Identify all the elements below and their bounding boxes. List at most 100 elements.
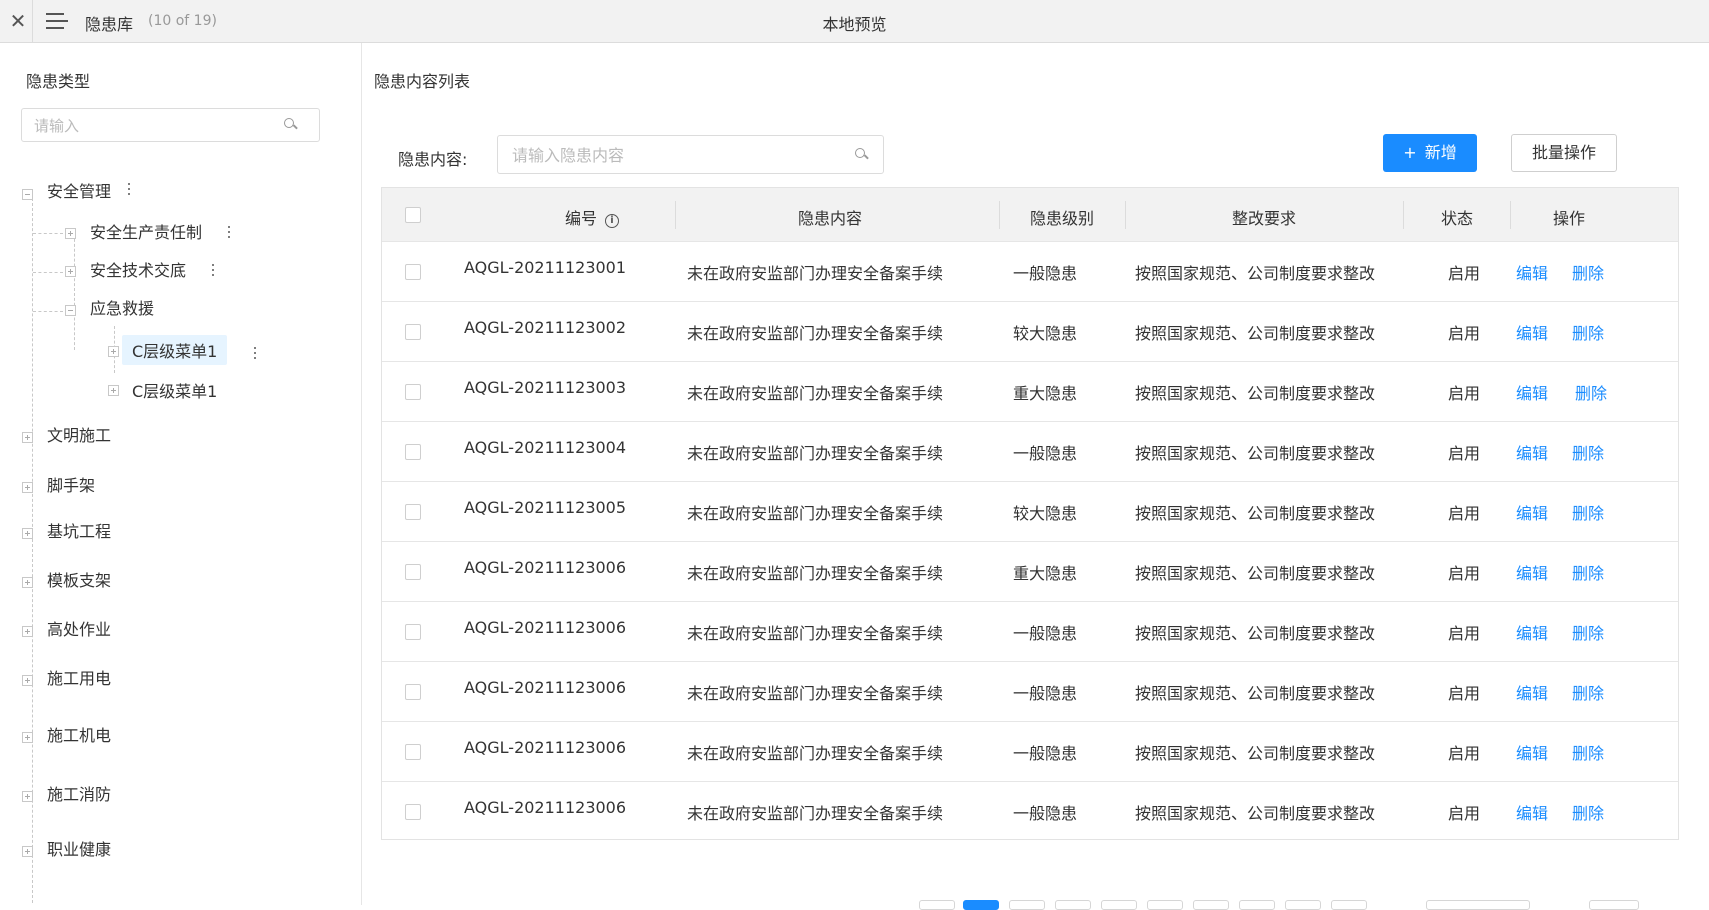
pagination-page[interactable]: [1193, 900, 1229, 910]
batch-operation-button[interactable]: 批量操作: [1511, 134, 1617, 172]
hazard-id: AQGL-20211123006: [464, 678, 627, 697]
pagination-page[interactable]: [1101, 900, 1137, 910]
edit-link[interactable]: 编辑: [1516, 740, 1548, 764]
expand-toggle[interactable]: [22, 577, 33, 588]
content-search[interactable]: [497, 135, 884, 174]
pagination-prev-button[interactable]: [919, 900, 955, 910]
row-checkbox[interactable]: [405, 804, 421, 820]
edit-link[interactable]: 编辑: [1516, 320, 1548, 344]
delete-link[interactable]: 删除: [1572, 500, 1604, 524]
edit-link[interactable]: 编辑: [1516, 500, 1548, 524]
delete-link[interactable]: 删除: [1572, 740, 1604, 764]
column-divider: [675, 201, 676, 229]
collapse-toggle[interactable]: [22, 189, 33, 200]
column-header-content: 隐患内容: [797, 209, 862, 228]
expand-toggle[interactable]: [108, 346, 119, 357]
edit-link[interactable]: 编辑: [1516, 440, 1548, 464]
delete-link[interactable]: 删除: [1575, 380, 1607, 404]
expand-toggle[interactable]: [22, 626, 33, 637]
tree-node-root[interactable]: 脚手架: [47, 472, 95, 496]
pagination-page[interactable]: [1055, 900, 1091, 910]
rectification-requirement: 按照国家规范、公司制度要求整改: [1135, 444, 1376, 463]
expand-toggle[interactable]: [22, 482, 33, 493]
tree-node-grandchild[interactable]: C层级菜单1: [132, 378, 217, 402]
pagination-page[interactable]: [1147, 900, 1183, 910]
expand-toggle[interactable]: [22, 846, 33, 857]
row-checkbox[interactable]: [405, 624, 421, 640]
edit-link[interactable]: 编辑: [1516, 260, 1548, 284]
pagination-size-select[interactable]: [1426, 900, 1530, 910]
hazard-id: AQGL-20211123006: [464, 618, 627, 637]
edit-link[interactable]: 编辑: [1516, 680, 1548, 704]
tree-node-root[interactable]: 基坑工程: [47, 518, 111, 542]
rectification-requirement: 按照国家规范、公司制度要求整改: [1135, 564, 1376, 583]
expand-toggle[interactable]: [108, 385, 119, 396]
tree-node-root[interactable]: 高处作业: [47, 616, 111, 640]
delete-link[interactable]: 删除: [1572, 800, 1604, 824]
pagination-page[interactable]: [1239, 900, 1275, 910]
expand-toggle[interactable]: [22, 528, 33, 539]
add-button[interactable]: + 新增: [1383, 134, 1477, 172]
expand-toggle[interactable]: [65, 228, 76, 239]
status: 启用: [1448, 444, 1481, 463]
status: 启用: [1448, 264, 1481, 283]
tree-node-root[interactable]: 职业健康: [47, 836, 111, 860]
rectification-requirement: 按照国家规范、公司制度要求整改: [1135, 504, 1376, 523]
row-checkbox[interactable]: [405, 264, 421, 280]
row-checkbox[interactable]: [405, 444, 421, 460]
tree-node-child[interactable]: 安全技术交底: [90, 257, 186, 281]
tree-node-selected[interactable]: C层级菜单1: [122, 335, 228, 365]
category-search-input[interactable]: [32, 115, 282, 137]
expand-toggle[interactable]: [65, 266, 76, 277]
expand-toggle[interactable]: [22, 791, 33, 802]
tree-node-root[interactable]: 模板支架: [47, 567, 111, 591]
delete-link[interactable]: 删除: [1572, 620, 1604, 644]
category-search[interactable]: [21, 108, 320, 142]
search-icon[interactable]: [284, 118, 298, 132]
row-checkbox[interactable]: [405, 384, 421, 400]
delete-link[interactable]: 删除: [1572, 560, 1604, 584]
search-icon[interactable]: [855, 148, 869, 162]
pagination-page-current[interactable]: [963, 900, 999, 910]
rectification-requirement: 按照国家规范、公司制度要求整改: [1135, 804, 1376, 823]
edit-link[interactable]: 编辑: [1516, 620, 1548, 644]
delete-link[interactable]: 删除: [1572, 320, 1604, 344]
select-all-checkbox[interactable]: [405, 207, 421, 223]
expand-toggle[interactable]: [22, 675, 33, 686]
row-checkbox[interactable]: [405, 504, 421, 520]
title-bar: ✕ 隐患库 (10 of 19) 本地预览: [0, 0, 1709, 43]
edit-link[interactable]: 编辑: [1516, 560, 1548, 584]
more-icon[interactable]: [127, 183, 131, 197]
pagination-next-button[interactable]: [1331, 900, 1367, 910]
expand-toggle[interactable]: [22, 432, 33, 443]
delete-link[interactable]: 删除: [1572, 680, 1604, 704]
edit-link[interactable]: 编辑: [1516, 380, 1548, 404]
status: 启用: [1448, 744, 1481, 763]
more-icon[interactable]: [253, 347, 257, 361]
info-icon[interactable]: i: [605, 214, 619, 228]
pagination-page[interactable]: [1285, 900, 1321, 910]
tree-node-root[interactable]: 施工用电: [47, 665, 111, 689]
tree-node-root[interactable]: 文明施工: [47, 422, 111, 446]
pagination-jump-input[interactable]: [1589, 900, 1639, 910]
category-panel: 隐患类型 安全管理 安全生产责任制 安全技术交底 应急救援 C层级菜单1 C层级…: [0, 43, 362, 905]
pagination-page[interactable]: [1009, 900, 1045, 910]
tree-node-child[interactable]: 应急救援: [90, 295, 154, 319]
tree-node-root[interactable]: 施工机电: [47, 722, 111, 746]
content-search-input[interactable]: [510, 144, 840, 166]
tree-node-child[interactable]: 安全生产责任制: [90, 219, 202, 243]
row-checkbox[interactable]: [405, 564, 421, 580]
collapse-toggle[interactable]: [65, 305, 76, 316]
row-checkbox[interactable]: [405, 324, 421, 340]
tree-node-root[interactable]: 施工消防: [47, 781, 111, 805]
row-checkbox[interactable]: [405, 744, 421, 760]
row-checkbox[interactable]: [405, 684, 421, 700]
table-row: AQGL-20211123004 未在政府安监部门办理安全备案手续 一般隐患 按…: [382, 421, 1678, 481]
delete-link[interactable]: 删除: [1572, 260, 1604, 284]
more-icon[interactable]: [227, 226, 231, 240]
delete-link[interactable]: 删除: [1572, 440, 1604, 464]
more-icon[interactable]: [211, 264, 215, 278]
edit-link[interactable]: 编辑: [1516, 800, 1548, 824]
expand-toggle[interactable]: [22, 732, 33, 743]
tree-node-root[interactable]: 安全管理: [47, 178, 111, 202]
